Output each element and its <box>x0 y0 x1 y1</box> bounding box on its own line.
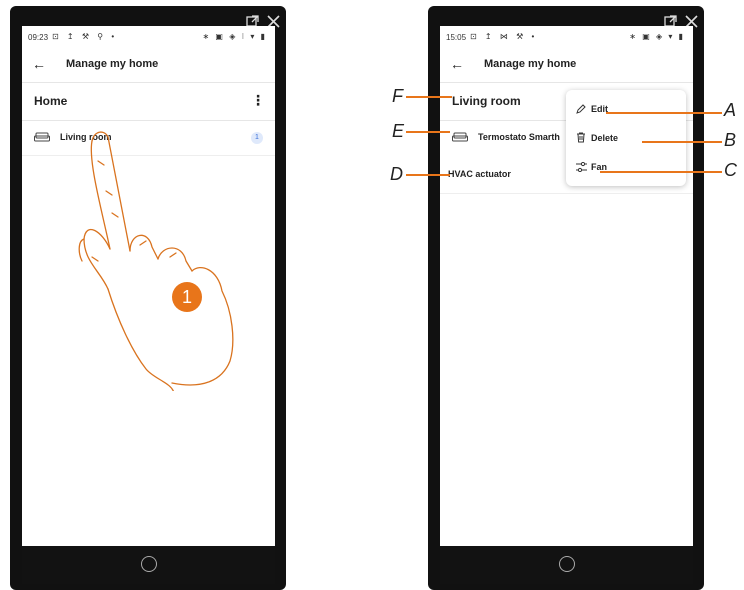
left-screen: 09:23 ⊡ ↥ ⚒ ⚲ • ∗ ▣ ◈ ⁝ ▾ ▮ ← Manage my … <box>22 26 275 584</box>
app-bar: ← Manage my home <box>440 48 693 83</box>
home-title: Home <box>34 94 68 108</box>
right-screen: 15:05 ⊡ ↥ ⋈ ⚒ • ∗ ▣ ◈ ▾ ▮ ← Manage my ho… <box>440 26 693 584</box>
home-circle-icon[interactable] <box>558 556 575 572</box>
callout-line-f <box>406 96 452 98</box>
status-icons-right: ∗ ▣ ◈ ⁝ ▾ ▮ <box>202 32 267 41</box>
page-title: Manage my home <box>484 58 577 70</box>
menu-item-delete[interactable]: Delete <box>566 127 686 151</box>
callout-line-a <box>606 112 722 114</box>
hand-pointer-illustration <box>78 131 234 391</box>
home-circle-icon[interactable] <box>140 556 157 572</box>
menu-item-edit[interactable]: Edit <box>566 98 686 122</box>
status-icons-left: ⊡ ↥ ⋈ ⚒ • <box>470 32 538 41</box>
page-title: Manage my home <box>66 58 159 70</box>
menu-item-label: Delete <box>591 133 619 143</box>
status-time: 09:23 <box>28 33 49 42</box>
callout-letter-b: B <box>724 130 737 150</box>
back-arrow-icon[interactable]: ← <box>450 56 464 72</box>
status-time: 15:05 <box>446 33 467 42</box>
right-phone-frame: 15:05 ⊡ ↥ ⋈ ⚒ • ∗ ▣ ◈ ▾ ▮ ← Manage my ho… <box>428 6 704 590</box>
step-number: 1 <box>181 287 192 307</box>
home-header-row: Home ⋮ <box>22 82 275 121</box>
device-label: HVAC actuator <box>448 169 511 179</box>
status-bar: 15:05 ⊡ ↥ ⋈ ⚒ • ∗ ▣ ◈ ▾ ▮ <box>440 26 693 48</box>
status-bar: 09:23 ⊡ ↥ ⚒ ⚲ • ∗ ▣ ◈ ⁝ ▾ ▮ <box>22 26 275 48</box>
callout-letter-d: D <box>390 164 403 184</box>
trash-icon <box>577 132 585 143</box>
callout-letter-c: C <box>724 160 737 180</box>
sofa-icon <box>452 132 468 142</box>
callout-letter-a: A <box>724 100 737 120</box>
status-icons-left: ⊡ ↥ ⚒ ⚲ • <box>52 32 118 41</box>
status-icons-right: ∗ ▣ ◈ ▾ ▮ <box>629 32 685 41</box>
system-nav-bar <box>22 546 275 584</box>
app-bar: ← Manage my home <box>22 48 275 83</box>
pencil-icon <box>576 104 586 114</box>
callout-line-b <box>642 141 722 143</box>
system-nav-bar <box>440 546 693 584</box>
left-phone-frame: 09:23 ⊡ ↥ ⚒ ⚲ • ∗ ▣ ◈ ⁝ ▾ ▮ ← Manage my … <box>10 6 286 590</box>
back-arrow-icon[interactable]: ← <box>32 56 46 72</box>
more-vert-icon[interactable]: ⋮ <box>251 92 265 109</box>
callout-line-e <box>406 131 450 133</box>
menu-item-fan[interactable]: Fan <box>566 156 686 180</box>
device-label: Termostato Smarth <box>478 132 560 142</box>
room-title: Living room <box>452 94 521 108</box>
callout-line-d <box>406 174 450 176</box>
callout-letter-f: F <box>392 86 403 106</box>
callout-letter-e: E <box>392 121 405 141</box>
step-number-marker: 1 <box>172 282 202 312</box>
sliders-icon <box>576 162 587 172</box>
callout-line-c <box>600 171 722 173</box>
